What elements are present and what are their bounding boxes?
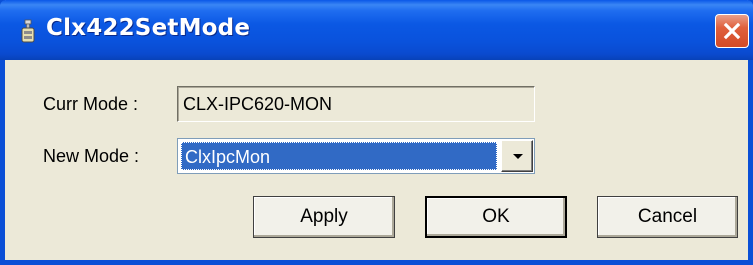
app-icon [19, 19, 37, 45]
close-button[interactable] [715, 14, 749, 48]
title-bar[interactable]: Clx422SetMode [0, 0, 753, 60]
window-title: Clx422SetMode [46, 15, 251, 41]
curr-mode-label: Curr Mode : [43, 94, 139, 114]
curr-mode-field: CLX-IPC620-MON [177, 86, 535, 122]
dropdown-button[interactable] [501, 140, 533, 172]
apply-button[interactable]: Apply [253, 196, 395, 238]
close-icon [723, 22, 741, 40]
ok-button[interactable]: OK [425, 196, 567, 238]
dialog-window: Clx422SetMode Curr Mode : CLX-IPC620-MON… [0, 0, 753, 265]
chevron-down-icon [513, 154, 523, 159]
new-mode-label: New Mode : [43, 146, 140, 166]
new-mode-dropdown[interactable]: ClxIpcMon [177, 138, 535, 174]
new-mode-selected-value: ClxIpcMon [181, 142, 497, 170]
cancel-button[interactable]: Cancel [597, 196, 738, 238]
